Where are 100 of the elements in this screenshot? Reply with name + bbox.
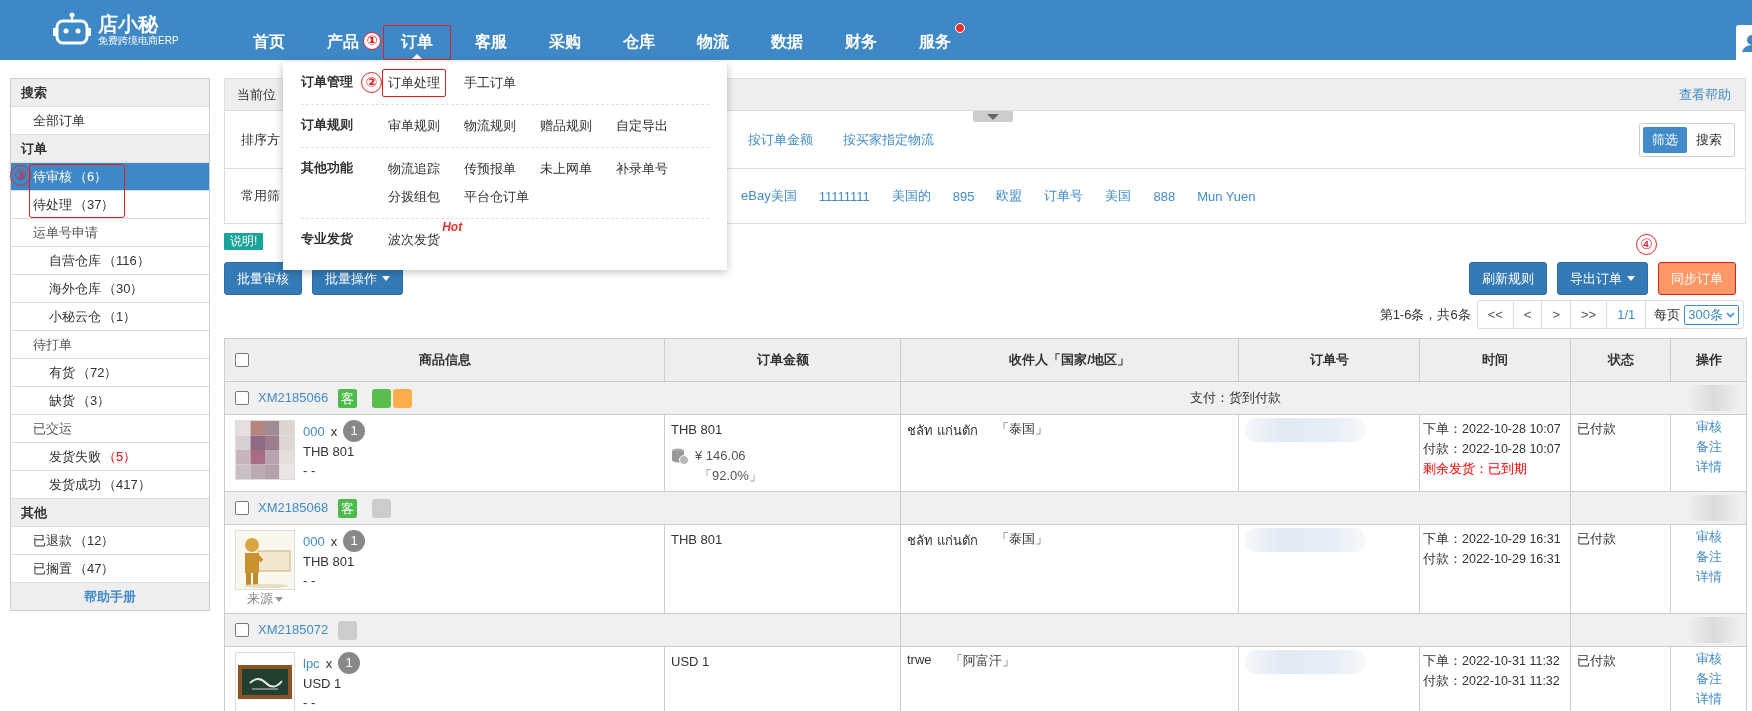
- product-link[interactable]: 000: [303, 531, 325, 551]
- action-link[interactable]: 审核: [1677, 417, 1740, 437]
- nav-tab[interactable]: 客服: [472, 25, 510, 59]
- action-link[interactable]: 备注: [1677, 547, 1740, 567]
- help-link[interactable]: 帮助手册: [11, 583, 209, 610]
- page-button[interactable]: <: [1513, 301, 1543, 328]
- order-id-link[interactable]: XM2185068: [258, 498, 329, 518]
- menu-link[interactable]: 分拨组包: [382, 183, 447, 211]
- mode-tab[interactable]: 搜索: [1687, 126, 1731, 153]
- menu-link[interactable]: 物流追踪: [382, 155, 447, 183]
- robot-logo-icon[interactable]: [52, 12, 92, 48]
- sidebar-item[interactable]: 缺货（3）: [11, 387, 209, 415]
- item-count: （1）: [103, 309, 137, 324]
- sort-option[interactable]: 按订单金额: [748, 130, 813, 149]
- filter-link[interactable]: 11111111: [818, 188, 870, 204]
- sidebar-item[interactable]: 运单号申请: [11, 219, 209, 247]
- order-id-link[interactable]: XM2185066: [258, 388, 329, 408]
- order-status: 已付款: [1577, 420, 1617, 438]
- recipient-country: 「泰国」: [995, 420, 1048, 438]
- mode-tab[interactable]: 筛选: [1643, 126, 1687, 153]
- menu-link[interactable]: 传预报单: [458, 155, 523, 183]
- action-link[interactable]: 备注: [1677, 669, 1740, 689]
- checkbox[interactable]: [235, 353, 249, 367]
- filter-link[interactable]: 美国: [1105, 187, 1132, 205]
- sidebar-item[interactable]: 已退款（12）: [11, 527, 209, 555]
- filter-link[interactable]: 美国的: [891, 187, 931, 205]
- menu-link[interactable]: 订单处理: [382, 69, 447, 97]
- sidebar-item[interactable]: 有货（72）: [11, 359, 209, 387]
- user-icon[interactable]: [1742, 33, 1752, 52]
- page-button[interactable]: >: [1542, 301, 1572, 328]
- filter-label: 常用筛: [241, 187, 280, 205]
- menu-link[interactable]: 手工订单: [458, 69, 523, 97]
- recipient-name: ชลัท แก่นตัก: [907, 422, 978, 440]
- action-link[interactable]: 审核: [1677, 527, 1740, 547]
- product-sku: - -: [303, 694, 317, 711]
- order-amount: THB 801: [671, 421, 724, 439]
- sidebar-item[interactable]: 海外仓库（30）: [11, 275, 209, 303]
- product-link[interactable]: 000: [303, 421, 325, 441]
- nav-tab[interactable]: 订单: [383, 25, 451, 60]
- per-page-select[interactable]: 300条: [1684, 304, 1739, 325]
- sidebar-item[interactable]: 小秘云仓（1）: [11, 303, 209, 331]
- breadcrumb-label: 当前位: [237, 85, 276, 104]
- source-dropdown[interactable]: 来源: [247, 590, 283, 608]
- page-button[interactable]: >>: [1571, 301, 1608, 328]
- sort-option[interactable]: 按买家指定物流: [843, 130, 934, 149]
- payment-time: 付款：2022-10-31 11:32: [1423, 673, 1561, 690]
- menu-link[interactable]: 物流规则: [458, 112, 523, 140]
- filter-link[interactable]: 888: [1153, 188, 1176, 204]
- filter-link[interactable]: eBay美国: [741, 187, 797, 205]
- item-count: （12）: [74, 533, 115, 548]
- filter-link[interactable]: 895: [952, 188, 975, 204]
- nav-tab[interactable]: 采购: [546, 25, 584, 59]
- filter-link[interactable]: 欧盟: [996, 187, 1023, 205]
- sidebar-item[interactable]: 自营仓库（116）: [11, 247, 209, 275]
- action-link[interactable]: 审核: [1677, 649, 1740, 669]
- menu-link[interactable]: 自定导出: [610, 112, 675, 140]
- checkbox[interactable]: [235, 391, 249, 405]
- checkbox[interactable]: [235, 623, 249, 637]
- action-button[interactable]: 批量审核: [224, 262, 302, 295]
- page-button[interactable]: <<: [1477, 301, 1514, 328]
- product-link[interactable]: lpc: [303, 653, 320, 673]
- action-link[interactable]: 详情: [1677, 457, 1740, 477]
- menu-link[interactable]: 赠品规则: [534, 112, 599, 140]
- order-id-link[interactable]: XM2185072: [258, 620, 329, 640]
- payment-time: 付款：2022-10-28 10:07: [1423, 441, 1562, 458]
- sidebar-item[interactable]: 已交运: [11, 415, 209, 443]
- action-button[interactable]: 刷新规则: [1469, 262, 1547, 295]
- order-time: 下单：2022-10-28 10:07: [1423, 421, 1562, 438]
- action-link[interactable]: 详情: [1677, 689, 1740, 709]
- collapse-tab[interactable]: [973, 111, 1013, 122]
- nav-tab[interactable]: 仓库: [620, 25, 658, 59]
- sidebar-item[interactable]: 待处理（37）: [11, 191, 209, 219]
- nav-tab[interactable]: 首页: [250, 25, 288, 59]
- menu-section-title: 其他功能: [301, 160, 353, 175]
- product-sku: - -: [303, 462, 317, 480]
- filter-link[interactable]: 订单号: [1044, 187, 1084, 205]
- help-link[interactable]: 查看帮助: [1679, 85, 1731, 104]
- nav-tab[interactable]: 产品: [324, 25, 362, 59]
- action-button[interactable]: 导出订单: [1557, 262, 1648, 295]
- profit-value: ¥ 146.06: [695, 447, 746, 465]
- sidebar-item[interactable]: 待打单: [11, 331, 209, 359]
- item-count: （3）: [77, 393, 111, 408]
- menu-link[interactable]: 未上网单: [534, 155, 599, 183]
- nav-tab[interactable]: 服务: [916, 25, 954, 59]
- action-link[interactable]: 备注: [1677, 437, 1740, 457]
- checkbox[interactable]: [235, 501, 249, 515]
- nav-tab[interactable]: 物流: [694, 25, 732, 59]
- nav-tab[interactable]: 数据: [768, 25, 806, 59]
- sidebar-heading: 订单: [11, 135, 209, 163]
- recipient-name: trwe: [907, 652, 932, 669]
- menu-section-title: 订单管理: [301, 74, 353, 89]
- nav-tab[interactable]: 财务: [842, 25, 880, 59]
- action-button[interactable]: 同步订单: [1658, 262, 1736, 295]
- sidebar-item[interactable]: 发货失败（5）: [11, 443, 209, 471]
- action-link[interactable]: 详情: [1677, 567, 1740, 587]
- menu-link[interactable]: 平台仓订单: [458, 183, 536, 211]
- menu-link[interactable]: 审单规则: [382, 112, 447, 140]
- menu-link[interactable]: 补录单号: [610, 155, 675, 183]
- page-indicator: 1/1: [1607, 301, 1647, 328]
- filter-link[interactable]: Mun Yuen: [1197, 188, 1256, 204]
